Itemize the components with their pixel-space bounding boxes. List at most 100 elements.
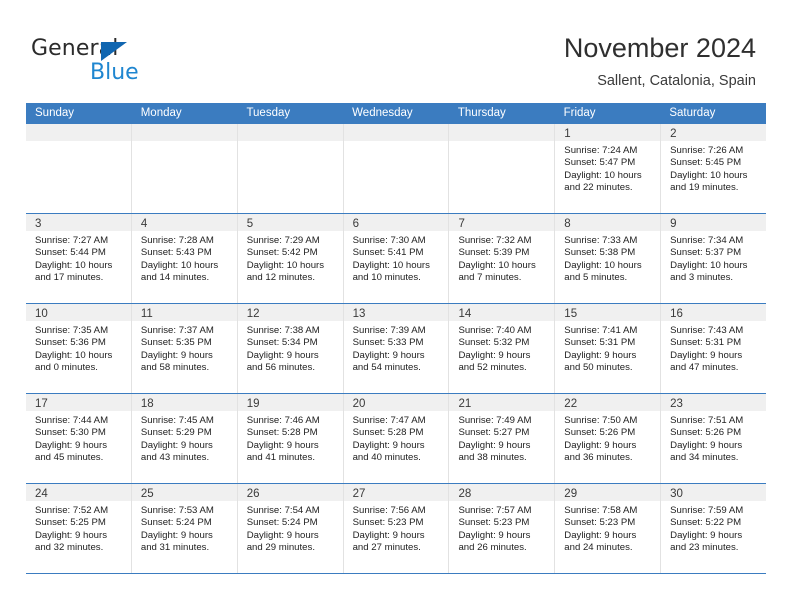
day-cell[interactable]: 12 Sunrise: 7:38 AM Sunset: 5:34 PM Dayligh…	[237, 304, 344, 393]
sunrise-text: Sunrise: 7:29 AM	[246, 235, 320, 246]
day-cell[interactable]: 5 Sunrise: 7:29 AM Sunset: 5:42 PM Daylight…	[237, 214, 344, 303]
sunrise-text: Sunrise: 7:54 AM	[246, 505, 320, 516]
day-cell[interactable]: 20 Sunrise: 7:47 AM Sunset: 5:28 PM Dayligh…	[343, 394, 450, 483]
sunrise-text: Sunrise: 7:44 AM	[35, 415, 109, 426]
day-number: 5	[246, 218, 254, 230]
day-sun-info: Sunrise: 7:26 AM Sunset: 5:45 PM Daylight:…	[661, 141, 766, 195]
day-cell-empty	[343, 124, 450, 213]
day-cell[interactable]: 22 Sunrise: 7:50 AM Sunset: 5:26 PM Dayligh…	[555, 394, 662, 483]
daylight-text: Daylight: 9 hours and 40 minutes.	[352, 439, 425, 464]
sunset-text: Sunset: 5:29 PM	[140, 427, 212, 439]
day-cell[interactable]: 4 Sunrise: 7:28 AM Sunset: 5:43 PM Daylight…	[131, 214, 238, 303]
day-number: 19	[246, 398, 260, 410]
day-number-band: 14	[449, 304, 555, 321]
day-number: 23	[670, 398, 683, 410]
day-cell[interactable]: 29 Sunrise: 7:58 AM Sunset: 5:23 PM Dayligh…	[555, 484, 662, 573]
day-number-band: 4	[131, 214, 237, 231]
day-cell[interactable]: 2 Sunrise: 7:26 AM Sunset: 5:45 PM Daylight…	[661, 124, 767, 213]
day-number: 30	[670, 488, 683, 500]
page-header: General Blue November 2024 Sallent, Cata…	[0, 0, 792, 103]
sunset-text: Sunset: 5:41 PM	[352, 247, 424, 259]
sunrise-text: Sunrise: 7:51 AM	[670, 415, 744, 426]
day-sun-info: Sunrise: 7:35 AM Sunset: 5:36 PM Daylight:…	[26, 321, 131, 375]
sunset-text: Sunset: 5:34 PM	[246, 337, 318, 349]
day-number-band	[237, 124, 343, 141]
day-number-band: 10	[26, 304, 131, 321]
day-number-band: 19	[237, 394, 343, 411]
sunset-text: Sunset: 5:36 PM	[35, 337, 106, 349]
daylight-text: Daylight: 10 hours and 12 minutes.	[246, 259, 325, 284]
sunrise-text: Sunrise: 7:33 AM	[564, 235, 638, 246]
day-cell[interactable]: 10 Sunrise: 7:35 AM Sunset: 5:36 PM Dayligh…	[26, 304, 132, 393]
day-number: 7	[458, 218, 465, 230]
day-number: 3	[35, 218, 42, 230]
day-cell[interactable]: 26 Sunrise: 7:54 AM Sunset: 5:24 PM Dayligh…	[237, 484, 344, 573]
day-number: 6	[352, 218, 359, 230]
day-cell[interactable]: 11 Sunrise: 7:37 AM Sunset: 5:35 PM Dayligh…	[131, 304, 238, 393]
day-number-band: 23	[661, 394, 767, 411]
day-cell[interactable]: 23 Sunrise: 7:51 AM Sunset: 5:26 PM Dayligh…	[661, 394, 767, 483]
day-number-band: 8	[555, 214, 661, 231]
sunset-text: Sunset: 5:32 PM	[458, 337, 530, 349]
sunrise-text: Sunrise: 7:26 AM	[670, 145, 744, 156]
daylight-text: Daylight: 9 hours and 54 minutes.	[352, 349, 425, 374]
day-cell[interactable]: 15 Sunrise: 7:41 AM Sunset: 5:31 PM Dayligh…	[555, 304, 662, 393]
daylight-text: Daylight: 9 hours and 58 minutes.	[140, 349, 213, 374]
sunset-text: Sunset: 5:33 PM	[352, 337, 424, 349]
sunset-text: Sunset: 5:26 PM	[670, 427, 742, 439]
day-cell[interactable]: 1 Sunrise: 7:24 AM Sunset: 5:47 PM Daylight…	[555, 124, 662, 213]
sunset-text: Sunset: 5:23 PM	[458, 517, 530, 529]
day-sun-info: Sunrise: 7:45 AM Sunset: 5:29 PM Daylight:…	[132, 411, 237, 465]
day-number-band: 20	[343, 394, 449, 411]
day-cell[interactable]: 30 Sunrise: 7:59 AM Sunset: 5:22 PM Dayligh…	[661, 484, 767, 573]
day-cell[interactable]: 3 Sunrise: 7:27 AM Sunset: 5:44 PM Daylight…	[26, 214, 132, 303]
day-cell[interactable]: 28 Sunrise: 7:57 AM Sunset: 5:23 PM Dayligh…	[449, 484, 556, 573]
day-number-band: 29	[555, 484, 661, 501]
sunset-text: Sunset: 5:31 PM	[564, 337, 636, 349]
day-sun-info: Sunrise: 7:41 AM Sunset: 5:31 PM Daylight:…	[555, 321, 660, 375]
sunset-text: Sunset: 5:24 PM	[246, 517, 318, 529]
day-cell[interactable]: 13 Sunrise: 7:39 AM Sunset: 5:33 PM Dayligh…	[343, 304, 450, 393]
day-cell[interactable]: 25 Sunrise: 7:53 AM Sunset: 5:24 PM Dayligh…	[131, 484, 238, 573]
day-sun-info: Sunrise: 7:51 AM Sunset: 5:26 PM Daylight:…	[661, 411, 766, 465]
day-cell[interactable]: 24 Sunrise: 7:52 AM Sunset: 5:25 PM Dayligh…	[26, 484, 132, 573]
day-number-band: 3	[26, 214, 131, 231]
day-cell[interactable]: 17 Sunrise: 7:44 AM Sunset: 5:30 PM Dayligh…	[26, 394, 132, 483]
day-cell[interactable]: 7 Sunrise: 7:32 AM Sunset: 5:39 PM Daylight…	[449, 214, 556, 303]
sunrise-text: Sunrise: 7:52 AM	[35, 505, 109, 516]
calendar-week-row: 3 Sunrise: 7:27 AM Sunset: 5:44 PM Daylight…	[26, 214, 767, 304]
day-cell[interactable]: 19 Sunrise: 7:46 AM Sunset: 5:28 PM Dayligh…	[237, 394, 344, 483]
day-cell[interactable]: 21 Sunrise: 7:49 AM Sunset: 5:27 PM Dayligh…	[449, 394, 556, 483]
sunrise-text: Sunrise: 7:45 AM	[140, 415, 214, 426]
day-number-band: 2	[661, 124, 767, 141]
calendar-week-row: 24 Sunrise: 7:52 AM Sunset: 5:25 PM Dayligh…	[26, 484, 767, 574]
day-number: 27	[352, 488, 366, 500]
sunrise-text: Sunrise: 7:35 AM	[35, 325, 109, 336]
day-cell[interactable]: 14 Sunrise: 7:40 AM Sunset: 5:32 PM Dayligh…	[449, 304, 556, 393]
day-cell[interactable]: 6 Sunrise: 7:30 AM Sunset: 5:41 PM Daylight…	[343, 214, 450, 303]
day-number: 22	[564, 398, 578, 410]
day-number-band: 30	[661, 484, 767, 501]
daylight-text: Daylight: 9 hours and 27 minutes.	[352, 529, 425, 554]
day-sun-info: Sunrise: 7:49 AM Sunset: 5:27 PM Daylight:…	[449, 411, 554, 465]
daylight-text: Daylight: 10 hours and 22 minutes.	[564, 169, 642, 194]
day-number-band: 21	[449, 394, 555, 411]
day-cell[interactable]: 16 Sunrise: 7:43 AM Sunset: 5:31 PM Dayligh…	[661, 304, 767, 393]
day-sun-info: Sunrise: 7:53 AM Sunset: 5:24 PM Daylight:…	[132, 501, 237, 555]
day-cell-empty	[449, 124, 556, 213]
day-number-band: 26	[237, 484, 343, 501]
daylight-text: Daylight: 9 hours and 31 minutes.	[140, 529, 213, 554]
day-number-band: 6	[343, 214, 449, 231]
day-cell[interactable]: 8 Sunrise: 7:33 AM Sunset: 5:38 PM Daylight…	[555, 214, 662, 303]
day-cell[interactable]: 9 Sunrise: 7:34 AM Sunset: 5:37 PM Daylight…	[661, 214, 767, 303]
daylight-text: Daylight: 9 hours and 47 minutes.	[670, 349, 743, 374]
day-cell[interactable]: 27 Sunrise: 7:56 AM Sunset: 5:23 PM Dayligh…	[343, 484, 450, 573]
day-number: 2	[670, 128, 677, 140]
day-number-band: 12	[237, 304, 343, 321]
day-cell[interactable]: 18 Sunrise: 7:45 AM Sunset: 5:29 PM Dayligh…	[131, 394, 238, 483]
day-sun-info: Sunrise: 7:29 AM Sunset: 5:42 PM Daylight:…	[238, 231, 343, 285]
day-number-band: 15	[555, 304, 661, 321]
day-sun-info: Sunrise: 7:38 AM Sunset: 5:34 PM Daylight:…	[238, 321, 343, 375]
sunrise-text: Sunrise: 7:50 AM	[564, 415, 638, 426]
day-number: 25	[140, 488, 154, 500]
